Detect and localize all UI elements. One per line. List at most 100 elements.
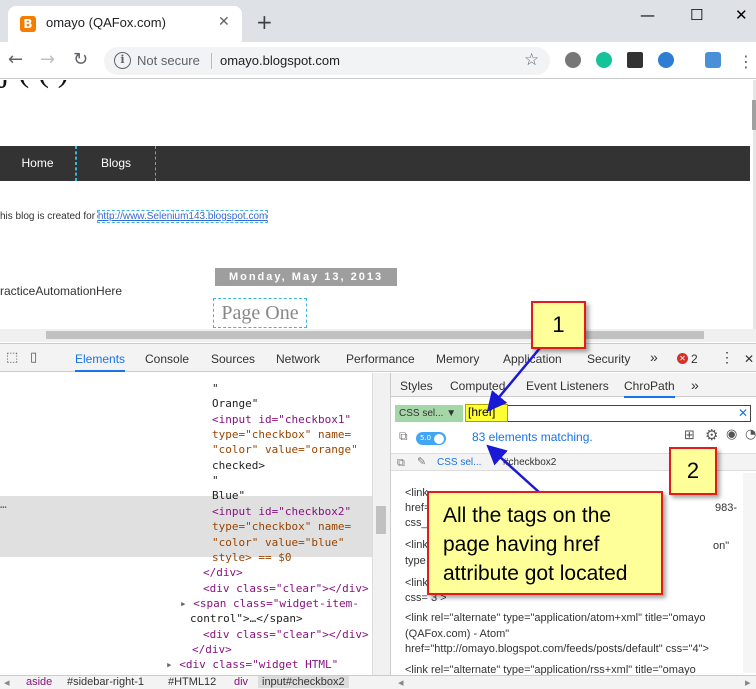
elements-scroll-thumb[interactable] <box>376 506 386 534</box>
breadcrumb-item[interactable]: div <box>234 676 248 688</box>
browser-tab[interactable]: B omayo (QAFox.com) ✕ <box>8 6 242 42</box>
code-line[interactable]: Blue" <box>212 488 245 503</box>
code-line[interactable]: </div> <box>203 565 243 580</box>
results-scroll-right-icon[interactable]: ▸ <box>745 676 751 689</box>
result-line[interactable]: (QAFox.com) - Atom" <box>405 628 509 640</box>
blog-link[interactable]: http://www.Selenium143.blogspot.com <box>96 210 269 223</box>
breadcrumb-item[interactable]: #sidebar-right-1 <box>67 676 144 688</box>
not-secure-label[interactable]: Not secure <box>137 53 200 68</box>
window-close-button[interactable]: ✕ <box>735 6 748 24</box>
result-copy-icon[interactable]: ⧉ <box>397 456 405 470</box>
tab-elements[interactable]: Elements <box>75 352 126 372</box>
error-icon[interactable]: ✕ <box>677 353 688 364</box>
tab-title: omayo (QAFox.com) <box>46 15 166 30</box>
tab-sources[interactable]: Sources <box>211 352 255 366</box>
results-scrollbar[interactable] <box>743 473 756 673</box>
results-scroll-left-icon[interactable]: ◂ <box>398 676 404 689</box>
tab-application[interactable]: Application <box>503 352 562 366</box>
result-line[interactable]: <link <box>405 577 428 589</box>
tab-close-icon[interactable]: ✕ <box>218 14 230 30</box>
grammarly-icon[interactable] <box>596 52 612 68</box>
sidebar-more-icon[interactable]: » <box>691 377 699 393</box>
browser-menu-icon[interactable]: ⋮ <box>738 52 754 71</box>
result-line[interactable]: type <box>405 555 426 567</box>
forward-arrow-icon[interactable]: → <box>40 49 55 70</box>
result-line[interactable]: href="http://omayo.blogspot.com/feeds/po… <box>405 643 709 655</box>
nav-home-link[interactable]: Home <box>0 146 76 181</box>
code-line[interactable]: style> == $0 <box>212 550 291 565</box>
code-line[interactable]: <input id="checkbox1" <box>212 412 351 427</box>
inspect-element-icon[interactable]: ⬚ <box>6 350 18 365</box>
edit-pencil-icon[interactable]: ✎ <box>417 455 426 468</box>
reload-icon[interactable]: ↻ <box>73 49 88 70</box>
tab-memory[interactable]: Memory <box>436 352 479 366</box>
tab-chropath[interactable]: ChroPath <box>624 379 675 398</box>
chropath-logo-icon[interactable]: ◔ <box>745 427 756 442</box>
result-line[interactable]: <link rel="alternate" type="application/… <box>405 664 696 675</box>
tab-performance[interactable]: Performance <box>346 352 415 366</box>
page-vertical-scroll-thumb[interactable] <box>752 100 756 130</box>
code-line[interactable]: <div class="clear"></div> <box>203 581 369 596</box>
tab-styles[interactable]: Styles <box>400 379 433 393</box>
code-line[interactable]: </div> <box>192 642 232 657</box>
chropath-bar: CSS sel... ▼ [href] ✕ <box>391 403 756 425</box>
error-count[interactable]: 2 <box>691 352 698 366</box>
clear-input-icon[interactable]: ✕ <box>738 406 748 420</box>
code-line[interactable]: ▸ <div class="widget HTML" <box>166 657 338 672</box>
code-line[interactable]: "color" value="blue" <box>212 535 344 550</box>
tab-strip: B omayo (QAFox.com) ✕ + — ☐ ✕ <box>0 0 756 42</box>
selector-type-dropdown[interactable]: CSS sel... ▼ <box>395 405 463 422</box>
more-tabs-icon[interactable]: » <box>650 349 658 365</box>
url-text[interactable]: omayo.blogspot.com <box>220 53 340 68</box>
page-horizontal-scroll-thumb[interactable] <box>46 331 704 339</box>
nav-blogs-link[interactable]: Blogs <box>76 146 156 181</box>
result-line[interactable]: <link <box>405 539 428 551</box>
devtools-close-icon[interactable]: ✕ <box>744 352 754 366</box>
callout-number-1: 1 <box>531 301 586 349</box>
result-line[interactable]: <link rel="alternate" type="application/… <box>405 612 706 624</box>
breadcrumb-item[interactable]: #HTML12 <box>168 676 216 688</box>
code-line[interactable]: <input id="checkbox2" <box>212 504 351 519</box>
breadcrumb-back-icon[interactable]: ◂ <box>4 676 10 689</box>
code-line[interactable]: type="checkbox" name= <box>212 519 351 534</box>
breadcrumb-item-selected[interactable]: input#checkbox2 <box>258 676 349 688</box>
info-icon[interactable]: i <box>114 52 131 69</box>
copy-icon[interactable]: ⧉ <box>399 429 408 444</box>
tab-computed[interactable]: Computed <box>450 379 505 393</box>
code-line[interactable]: ▸ <span class="widget-item- <box>180 596 359 611</box>
settings-gear-icon[interactable]: ⚙ <box>705 426 718 444</box>
blog-created-text: his blog is created for http://www.Selen… <box>0 210 269 223</box>
tab-event-listeners[interactable]: Event Listeners <box>526 379 609 393</box>
selenium-ide-icon[interactable] <box>627 52 643 68</box>
back-arrow-icon[interactable]: ← <box>8 49 23 70</box>
code-line[interactable]: control">…</span> <box>190 611 303 626</box>
code-line[interactable]: type="checkbox" name= <box>212 427 351 442</box>
code-line[interactable]: " <box>212 473 219 488</box>
tab-console[interactable]: Console <box>145 352 189 366</box>
address-bar[interactable]: i Not secure omayo.blogspot.com ☆ <box>104 47 550 75</box>
code-line[interactable]: " <box>212 381 219 396</box>
new-tab-button[interactable]: + <box>256 12 273 32</box>
tab-network[interactable]: Network <box>276 352 320 366</box>
code-line[interactable]: "color" value="orange" <box>212 442 358 457</box>
devtools-menu-icon[interactable]: ⋮ <box>720 349 734 366</box>
chropath-icon[interactable] <box>658 52 674 68</box>
device-toolbar-icon[interactable]: ▯ <box>30 350 37 365</box>
result-line[interactable]: <link <box>405 487 428 499</box>
add-driver-command-icon[interactable]: ⊞ <box>684 428 695 443</box>
minimize-button[interactable]: — <box>640 6 655 24</box>
code-line[interactable]: checked> <box>212 458 265 473</box>
maximize-button[interactable]: ☐ <box>690 6 703 24</box>
code-line[interactable]: Orange" <box>212 396 258 411</box>
devtools-tab-bar: ⬚ ▯ Elements Console Sources Network Per… <box>0 343 756 372</box>
bookmark-star-icon[interactable]: ☆ <box>524 50 539 70</box>
page-header-fragment: j ( ( ) <box>0 80 69 90</box>
extension-puzzle-icon[interactable] <box>705 52 721 68</box>
page-one-title[interactable]: Page One <box>213 298 307 328</box>
extension-icon[interactable] <box>565 52 581 68</box>
breadcrumb-item[interactable]: aside <box>26 676 52 688</box>
tab-security[interactable]: Security <box>587 352 630 366</box>
blog-text: his blog is created for <box>0 211 98 222</box>
target-icon[interactable]: ◉ <box>726 427 737 442</box>
code-line[interactable]: <div class="clear"></div> <box>203 627 369 642</box>
